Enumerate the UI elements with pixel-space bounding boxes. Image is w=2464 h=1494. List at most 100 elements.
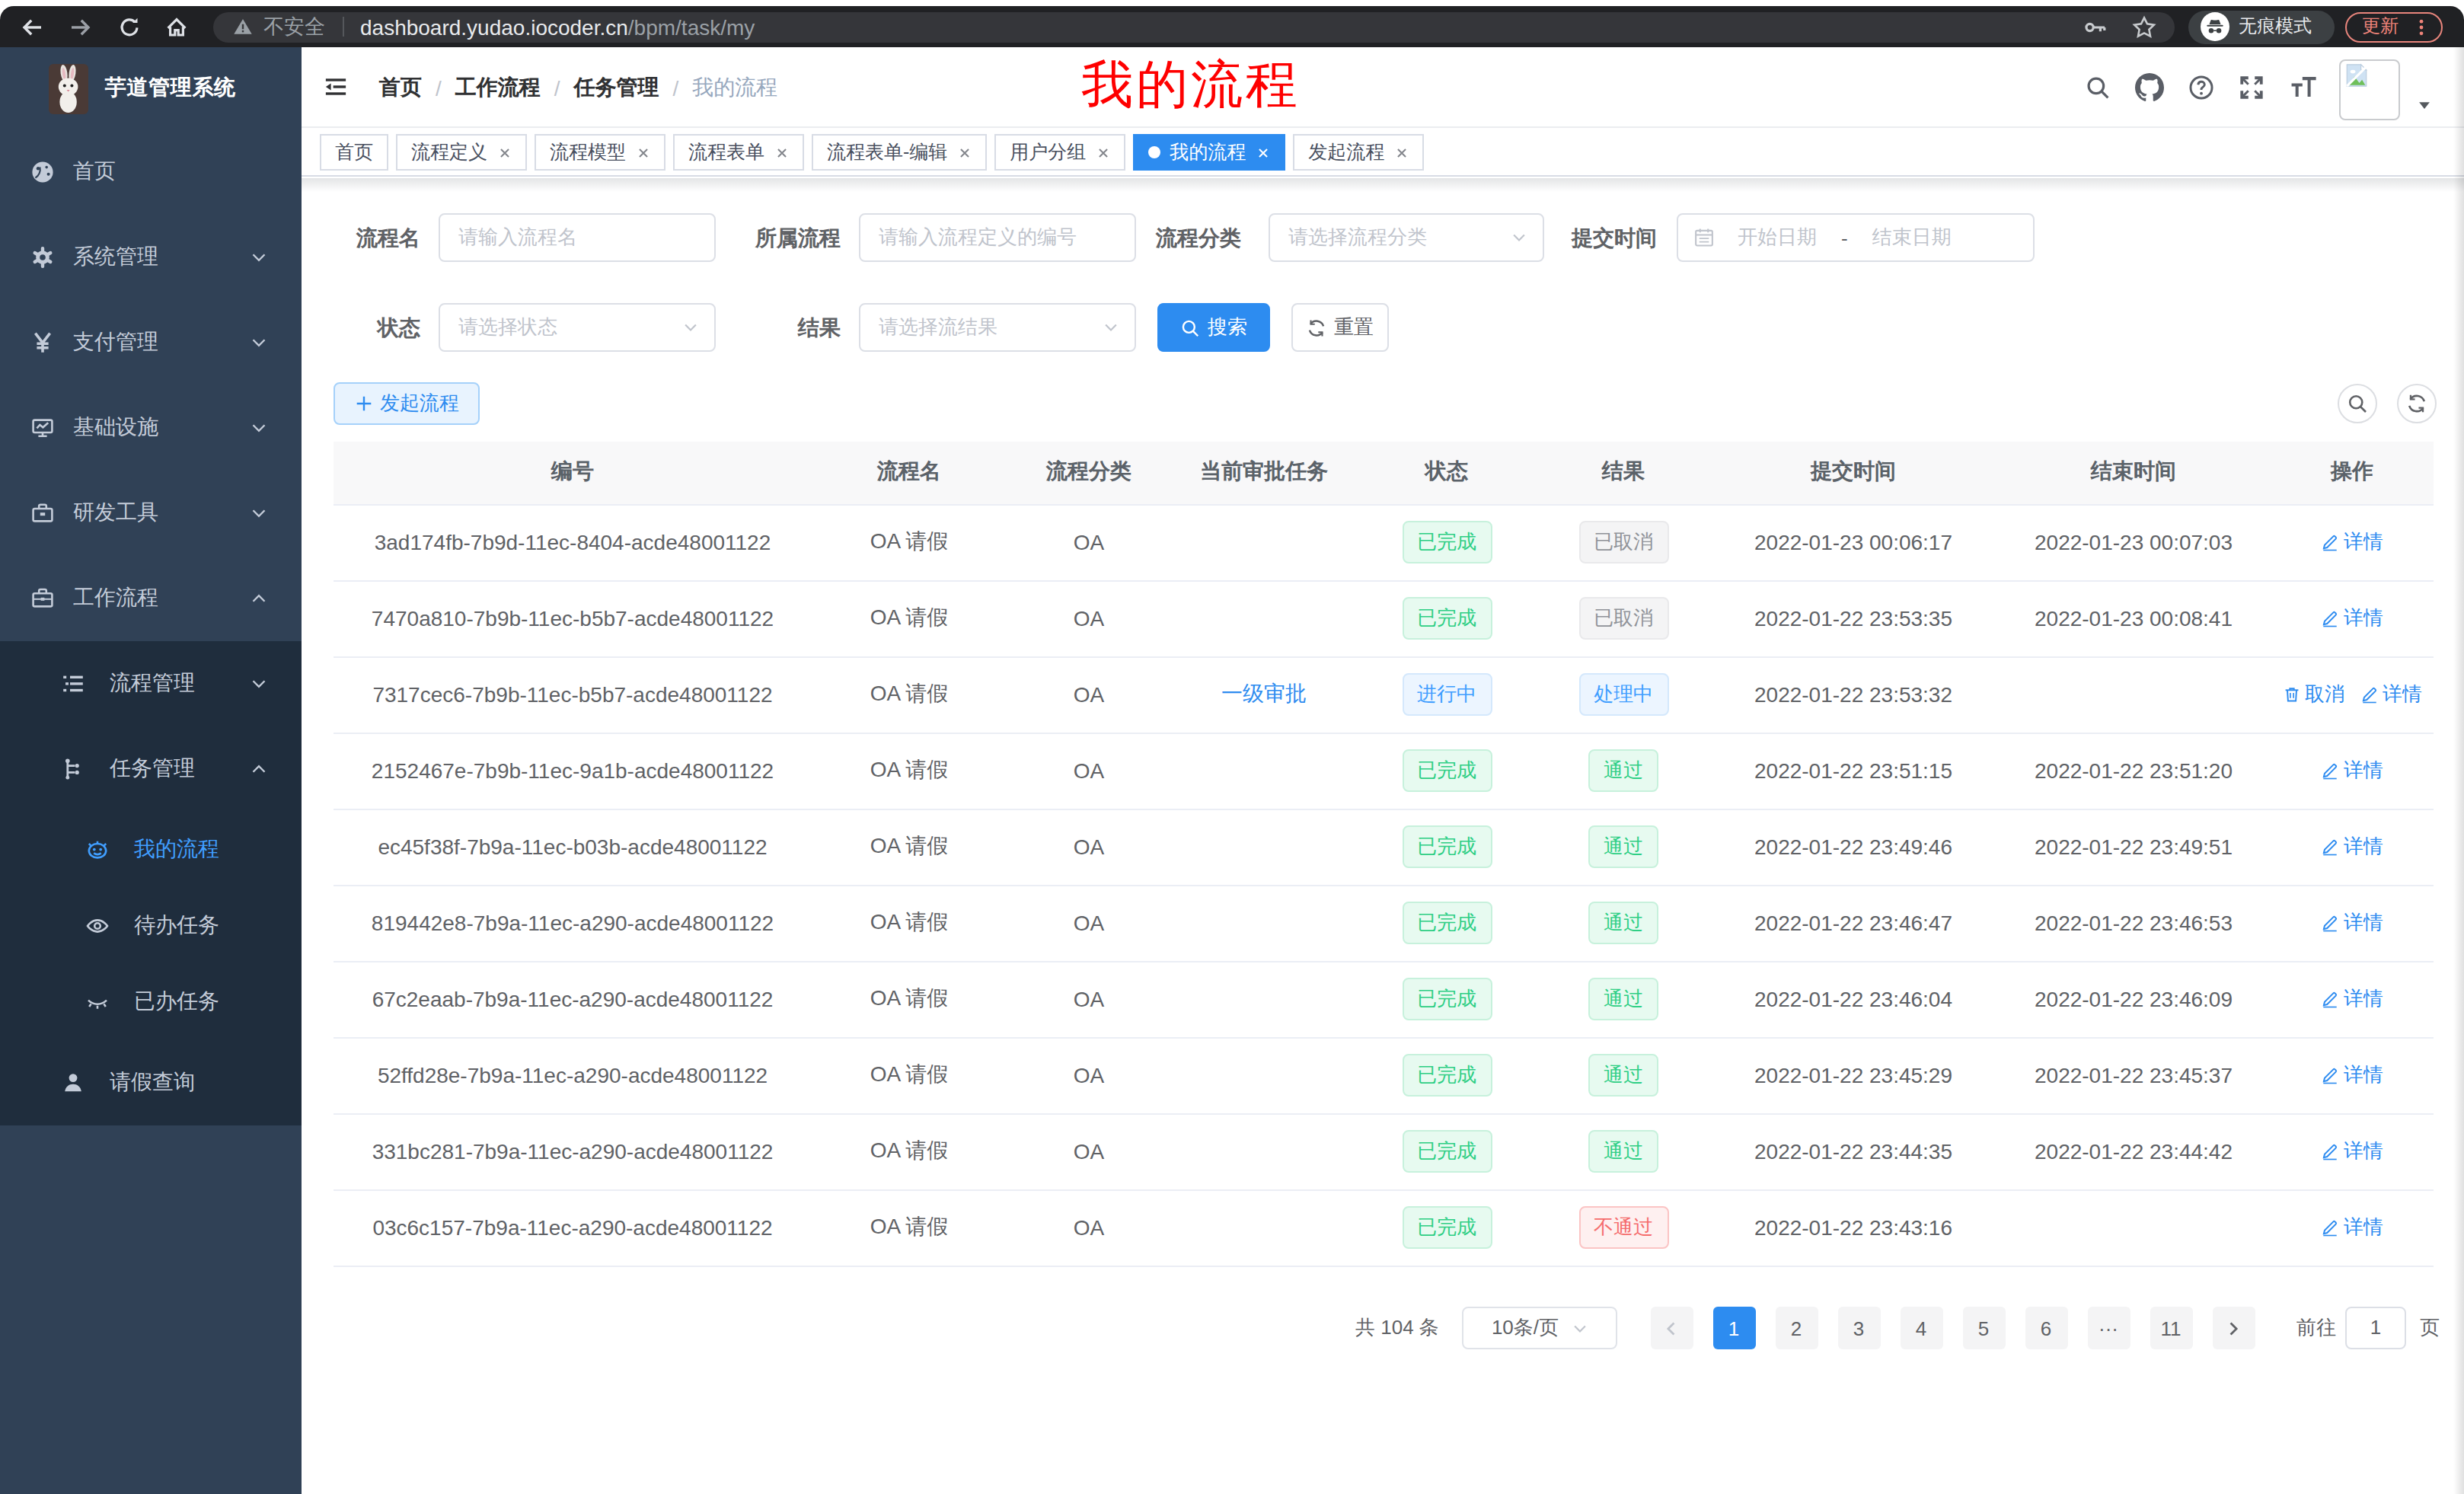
tab-4[interactable]: 流程表单-编辑 bbox=[812, 134, 987, 171]
browser-home-icon[interactable] bbox=[164, 14, 189, 39]
avatar[interactable] bbox=[2339, 59, 2400, 120]
detail-action[interactable]: 详情 bbox=[2321, 833, 2383, 860]
address-bar[interactable]: 不安全 dashboard.yudao.iocoder.cn/bpm/task/… bbox=[213, 11, 2175, 42]
fullscreen-icon[interactable] bbox=[2239, 75, 2265, 101]
detail-action[interactable]: 详情 bbox=[2321, 1061, 2383, 1089]
sidebar-item-1[interactable]: 系统管理 bbox=[0, 215, 302, 300]
detail-action[interactable]: 详情 bbox=[2321, 1214, 2383, 1241]
cell-end-time: 2022-01-23 00:08:41 bbox=[1996, 580, 2271, 656]
sidebar-item-6[interactable]: 流程管理 bbox=[0, 641, 302, 726]
next-page-button[interactable] bbox=[2212, 1307, 2255, 1349]
sidebar-item-5[interactable]: 工作流程 bbox=[0, 556, 302, 641]
page-button-11[interactable]: 11 bbox=[2150, 1307, 2192, 1349]
prev-page-button[interactable] bbox=[1650, 1307, 1693, 1349]
browser-back-icon[interactable] bbox=[20, 14, 44, 39]
tab-1[interactable]: 流程定义 bbox=[396, 134, 527, 171]
sidebar-item-4[interactable]: 研发工具 bbox=[0, 471, 302, 556]
cell-category: OA bbox=[1007, 504, 1171, 580]
close-icon[interactable] bbox=[1256, 145, 1270, 159]
sidebar-toggle-icon[interactable] bbox=[324, 75, 347, 98]
breadcrumb-item[interactable]: 任务管理 bbox=[574, 74, 659, 101]
gear-icon bbox=[30, 245, 55, 270]
page-button-···[interactable]: ··· bbox=[2087, 1307, 2130, 1349]
user-caret-icon[interactable] bbox=[2417, 97, 2432, 113]
detail-action[interactable]: 详情 bbox=[2321, 909, 2383, 937]
sidebar-item-9[interactable]: 待办任务 bbox=[0, 888, 302, 964]
browser-menu-dots-icon[interactable] bbox=[2412, 18, 2430, 36]
sidebar-item-3[interactable]: 基础设施 bbox=[0, 385, 302, 471]
sidebar-logo[interactable]: 芋道管理系统 bbox=[0, 47, 302, 129]
security-label[interactable]: 不安全 bbox=[263, 13, 325, 40]
create-process-button[interactable]: 发起流程 bbox=[334, 382, 480, 425]
logo-avatar bbox=[49, 63, 88, 113]
cell-category: OA bbox=[1007, 885, 1171, 961]
tab-5[interactable]: 用户分组 bbox=[994, 134, 1125, 171]
detail-action[interactable]: 详情 bbox=[2321, 605, 2383, 632]
filter-status-select[interactable]: 请选择状态 bbox=[439, 303, 716, 352]
detail-action[interactable]: 详情 bbox=[2321, 757, 2383, 784]
close-icon[interactable] bbox=[1395, 145, 1409, 159]
status-tag: 已完成 bbox=[1402, 902, 1492, 944]
browser-update-button[interactable]: 更新 bbox=[2345, 11, 2443, 42]
page-button-2[interactable]: 2 bbox=[1775, 1307, 1818, 1349]
page-button-3[interactable]: 3 bbox=[1837, 1307, 1880, 1349]
edit-icon bbox=[2321, 609, 2339, 627]
cell-end-time: 2022-01-22 23:46:53 bbox=[1996, 885, 2271, 961]
browser-forward-icon[interactable] bbox=[69, 14, 93, 39]
tab-7[interactable]: 发起流程 bbox=[1293, 134, 1424, 171]
tab-3[interactable]: 流程表单 bbox=[673, 134, 804, 171]
bookmark-star-icon[interactable] bbox=[2132, 14, 2156, 39]
sidebar-item-10[interactable]: 已办任务 bbox=[0, 964, 302, 1040]
filter-time-range[interactable]: 开始日期 - 结束日期 bbox=[1677, 213, 2035, 262]
sidebar-item-2[interactable]: 支付管理 bbox=[0, 300, 302, 385]
tab-0[interactable]: 首页 bbox=[320, 134, 388, 171]
detail-action[interactable]: 详情 bbox=[2321, 985, 2383, 1013]
breadcrumb-item[interactable]: 工作流程 bbox=[455, 74, 541, 101]
detail-action[interactable]: 详情 bbox=[2321, 1138, 2383, 1165]
result-tag: 通过 bbox=[1588, 902, 1658, 944]
close-icon[interactable] bbox=[498, 145, 512, 159]
page-button-6[interactable]: 6 bbox=[2025, 1307, 2067, 1349]
status-tag: 已完成 bbox=[1402, 1130, 1492, 1173]
page-button-5[interactable]: 5 bbox=[1962, 1307, 2005, 1349]
table-body: 3ad174fb-7b9d-11ec-8404-acde48001122OA 请… bbox=[334, 504, 2434, 1266]
cell-end-time: 2022-01-22 23:49:51 bbox=[1996, 809, 2271, 885]
tab-2[interactable]: 流程模型 bbox=[535, 134, 665, 171]
filter-result-select[interactable]: 请选择流结果 bbox=[859, 303, 1136, 352]
close-icon[interactable] bbox=[1096, 145, 1110, 159]
page-button-1[interactable]: 1 bbox=[1712, 1307, 1755, 1349]
search-icon[interactable] bbox=[2085, 75, 2111, 101]
cell-result: 已取消 bbox=[1537, 580, 1710, 656]
search-button[interactable]: 搜索 bbox=[1157, 303, 1270, 352]
filter-name-input[interactable]: 请输入流程名 bbox=[439, 213, 716, 262]
page-size-select[interactable]: 10条/页 bbox=[1462, 1307, 1617, 1349]
delete-icon bbox=[2282, 685, 2300, 704]
filter-category-select[interactable]: 请选择流程分类 bbox=[1269, 213, 1544, 262]
font-size-icon[interactable] bbox=[2289, 73, 2318, 102]
password-key-icon[interactable] bbox=[2083, 14, 2108, 39]
browser-reload-icon[interactable] bbox=[118, 15, 141, 38]
page-button-4[interactable]: 4 bbox=[1900, 1307, 1942, 1349]
refresh-table-button[interactable] bbox=[2397, 384, 2437, 423]
task-link[interactable]: 一级审批 bbox=[1221, 681, 1307, 705]
detail-action[interactable]: 详情 bbox=[2360, 681, 2422, 708]
detail-action[interactable]: 详情 bbox=[2321, 528, 2383, 556]
cancel-action[interactable]: 取消 bbox=[2282, 681, 2344, 708]
cell-task bbox=[1171, 1037, 1357, 1113]
close-icon[interactable] bbox=[775, 145, 789, 159]
close-icon[interactable] bbox=[637, 145, 650, 159]
show-search-toggle[interactable] bbox=[2338, 384, 2377, 423]
help-icon[interactable] bbox=[2188, 75, 2214, 101]
tab-6[interactable]: 我的流程 bbox=[1133, 134, 1285, 171]
pagination-goto-input[interactable]: 1 bbox=[2345, 1307, 2406, 1349]
sidebar-item-11[interactable]: 请假查询 bbox=[0, 1040, 302, 1125]
sidebar-item-8[interactable]: 我的流程 bbox=[0, 812, 302, 888]
sidebar-item-7[interactable]: 任务管理 bbox=[0, 726, 302, 812]
toolbox-icon bbox=[30, 501, 55, 525]
sidebar-item-0[interactable]: 首页 bbox=[0, 129, 302, 215]
close-icon[interactable] bbox=[958, 145, 972, 159]
breadcrumb-item[interactable]: 首页 bbox=[379, 74, 422, 101]
github-icon[interactable] bbox=[2135, 73, 2164, 102]
filter-definition-input[interactable]: 请输入流程定义的编号 bbox=[859, 213, 1136, 262]
reset-button[interactable]: 重置 bbox=[1291, 303, 1389, 352]
